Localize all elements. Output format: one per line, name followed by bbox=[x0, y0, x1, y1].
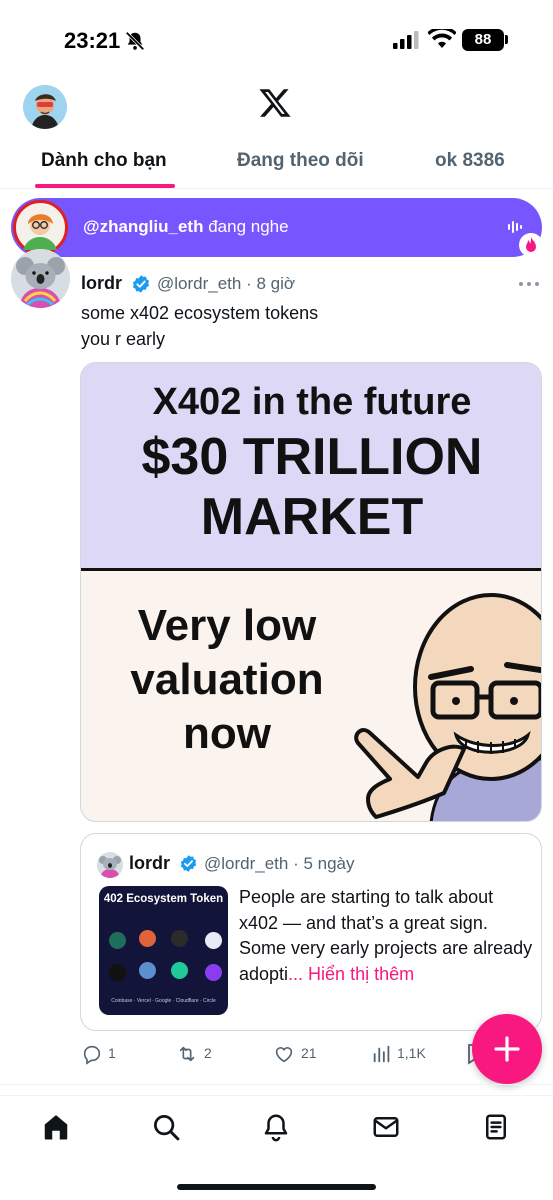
profile-avatar[interactable] bbox=[23, 85, 67, 129]
thumbnail-title: 402 Ecosystem Token bbox=[103, 893, 224, 905]
views-chart-icon bbox=[373, 1045, 390, 1063]
heart-icon bbox=[275, 1047, 293, 1063]
reply-count: 1 bbox=[108, 1045, 116, 1061]
post-handle-time[interactable]: @lordr_eth · 8 giờ bbox=[157, 274, 295, 294]
tab-for-you[interactable]: Dành cho bạn bbox=[41, 150, 167, 172]
like-button[interactable]: 21 bbox=[273, 1042, 333, 1066]
repost-button[interactable]: 2 bbox=[176, 1042, 236, 1066]
quoted-handle-time: @lordr_eth · 5 ngày bbox=[204, 854, 355, 873]
spaces-status: đang nghe bbox=[208, 217, 289, 236]
show-more-link[interactable]: ... Hiển thị thêm bbox=[288, 964, 414, 984]
post-image[interactable]: X402 in the future $30 TRILLION MARKET V… bbox=[80, 362, 542, 822]
token-logo-icon bbox=[109, 932, 126, 949]
quoted-verified-badge-icon bbox=[180, 855, 197, 872]
meme-caption-line3: MARKET bbox=[200, 488, 424, 546]
more-options-icon[interactable] bbox=[518, 281, 540, 287]
repost-icon bbox=[179, 1046, 195, 1062]
status-bar: 23:21 88 bbox=[0, 0, 553, 84]
spaces-handle: @zhangliu_eth bbox=[83, 217, 204, 236]
spaces-status-text: @zhangliu_eth đang nghe bbox=[83, 217, 289, 237]
repost-count: 2 bbox=[204, 1045, 212, 1061]
messages-icon[interactable] bbox=[371, 1112, 401, 1142]
token-logo-icon bbox=[139, 930, 156, 947]
token-logo-icon bbox=[109, 964, 126, 981]
post-actions: 1 2 21 1,1K bbox=[0, 1042, 553, 1070]
x-logo-icon[interactable] bbox=[258, 86, 292, 120]
quoted-post[interactable]: lordr @lordr_eth · 5 ngày 402 Ecosystem … bbox=[80, 833, 542, 1031]
compose-post-button[interactable] bbox=[472, 1014, 542, 1084]
token-logo-icon bbox=[139, 962, 156, 979]
active-tab-indicator bbox=[35, 184, 175, 188]
meme-caption-line2: $30 TRILLION bbox=[141, 428, 483, 486]
quoted-koala-avatar bbox=[97, 852, 123, 878]
flame-glyph bbox=[526, 237, 536, 252]
quoted-post-text: People are starting to talk about x402 —… bbox=[239, 885, 535, 987]
plus-icon bbox=[494, 1036, 520, 1062]
quoted-author-avatar bbox=[97, 852, 123, 878]
spaces-host-avatar bbox=[13, 200, 68, 255]
token-logo-icon bbox=[205, 932, 222, 949]
notifications-icon[interactable] bbox=[261, 1112, 291, 1142]
search-icon[interactable] bbox=[151, 1112, 181, 1142]
profile-avatar-illustration bbox=[23, 85, 67, 129]
bell-muted-icon bbox=[125, 31, 145, 51]
meme-top-panel: X402 in the future $30 TRILLION MARKET bbox=[81, 363, 541, 571]
thumbnail-footer: Coinbase · Vercel · Google · Cloudflare … bbox=[111, 998, 216, 1004]
quoted-post-thumbnail: 402 Ecosystem Token Coinbase · Vercel · … bbox=[99, 886, 228, 1015]
cellular-signal-icon bbox=[393, 31, 419, 49]
token-logo-icon bbox=[171, 930, 188, 947]
token-logo-icon bbox=[171, 962, 188, 979]
feed-divider bbox=[0, 1084, 553, 1085]
timeline-tabs: Dành cho bạn Đang theo dõi ok 8386 bbox=[0, 140, 553, 189]
bald-man-pointing-illustration bbox=[354, 593, 541, 821]
tab-following[interactable]: Đang theo dõi bbox=[237, 150, 364, 172]
tab-list-ok-8386[interactable]: ok 8386 bbox=[435, 150, 505, 172]
grok-icon[interactable] bbox=[481, 1112, 511, 1142]
post-author-avatar[interactable] bbox=[11, 249, 70, 308]
koala-avatar-illustration bbox=[11, 249, 70, 308]
bottom-navigation bbox=[0, 1095, 553, 1200]
quoted-author-name: lordr bbox=[129, 853, 171, 873]
post-text-line: some x402 ecosystem tokens bbox=[81, 303, 319, 323]
reply-icon bbox=[83, 1045, 101, 1065]
battery-tip bbox=[505, 35, 508, 44]
battery-icon: 88 bbox=[462, 29, 504, 51]
trending-flame-icon bbox=[519, 233, 543, 257]
post-author-name[interactable]: lordr bbox=[81, 273, 122, 294]
post-text-line: you r early bbox=[81, 329, 166, 349]
spaces-avatar-illustration bbox=[13, 200, 68, 255]
meme-caption-line1: X402 in the future bbox=[152, 381, 472, 423]
status-time: 23:21 bbox=[64, 28, 121, 53]
view-count: 1,1K bbox=[397, 1045, 426, 1061]
home-indicator bbox=[177, 1184, 376, 1190]
home-icon[interactable] bbox=[41, 1112, 71, 1142]
spaces-listening-bar[interactable]: @zhangliu_eth đang nghe bbox=[11, 198, 542, 257]
wifi-icon bbox=[428, 29, 456, 48]
like-count: 21 bbox=[301, 1045, 317, 1061]
reply-button[interactable]: 1 bbox=[81, 1042, 141, 1066]
views-button[interactable]: 1,1K bbox=[371, 1042, 441, 1066]
post-body-text: some x402 ecosystem tokens you r early bbox=[81, 300, 318, 352]
token-logo-icon bbox=[205, 964, 222, 981]
verified-badge-icon bbox=[132, 275, 150, 293]
